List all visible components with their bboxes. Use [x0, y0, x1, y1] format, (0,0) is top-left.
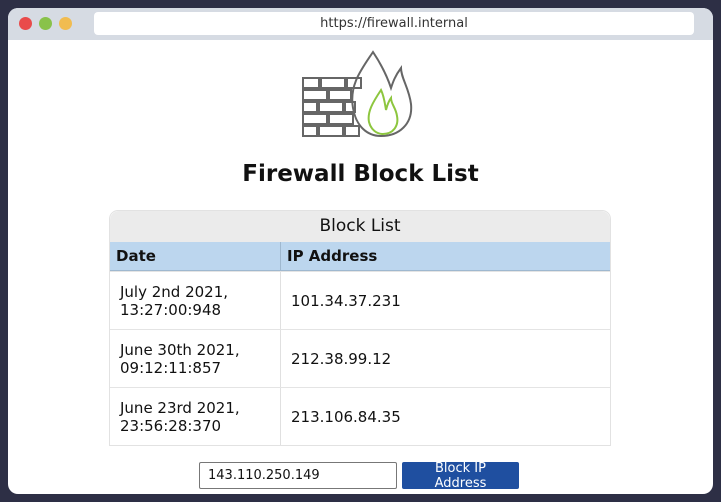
ip-address-input[interactable]: 143.110.250.149 — [199, 462, 397, 489]
block-list-table: Block List Date IP Address July 2nd 2021… — [109, 210, 611, 446]
cell-ip-address: 212.38.99.12 — [291, 349, 392, 368]
column-header-ip-address: IP Address — [287, 247, 378, 265]
cell-date: June 23rd 2021, 23:56:28:370 — [120, 398, 240, 435]
browser-titlebar: https://firewall.internal — [8, 8, 713, 40]
table-header-row: Date IP Address — [110, 242, 610, 271]
cell-date: July 2nd 2021, 13:27:00:948 — [120, 282, 229, 319]
table-row: July 2nd 2021, 13:27:00:948 101.34.37.23… — [110, 271, 610, 329]
address-bar[interactable]: https://firewall.internal — [94, 12, 694, 35]
table-row: June 30th 2021, 09:12:11:857 212.38.99.1… — [110, 329, 610, 387]
minimize-window-button[interactable] — [39, 17, 52, 30]
table-caption: Block List — [110, 211, 610, 242]
table-row: June 23rd 2021, 23:56:28:370 213.106.84.… — [110, 387, 610, 445]
page-title: Firewall Block List — [242, 161, 479, 187]
browser-window: https://firewall.internal Firewall Block… — [8, 8, 713, 494]
close-window-button[interactable] — [19, 17, 32, 30]
cell-ip-address: 213.106.84.35 — [291, 407, 401, 426]
cell-ip-address: 101.34.37.231 — [291, 291, 401, 310]
block-ip-address-button[interactable]: Block IP Address — [402, 461, 519, 491]
maximize-window-button[interactable] — [59, 17, 72, 30]
cell-date: June 30th 2021, 09:12:11:857 — [120, 340, 240, 377]
column-header-date: Date — [110, 242, 281, 270]
firewall-flame-icon — [302, 50, 413, 138]
